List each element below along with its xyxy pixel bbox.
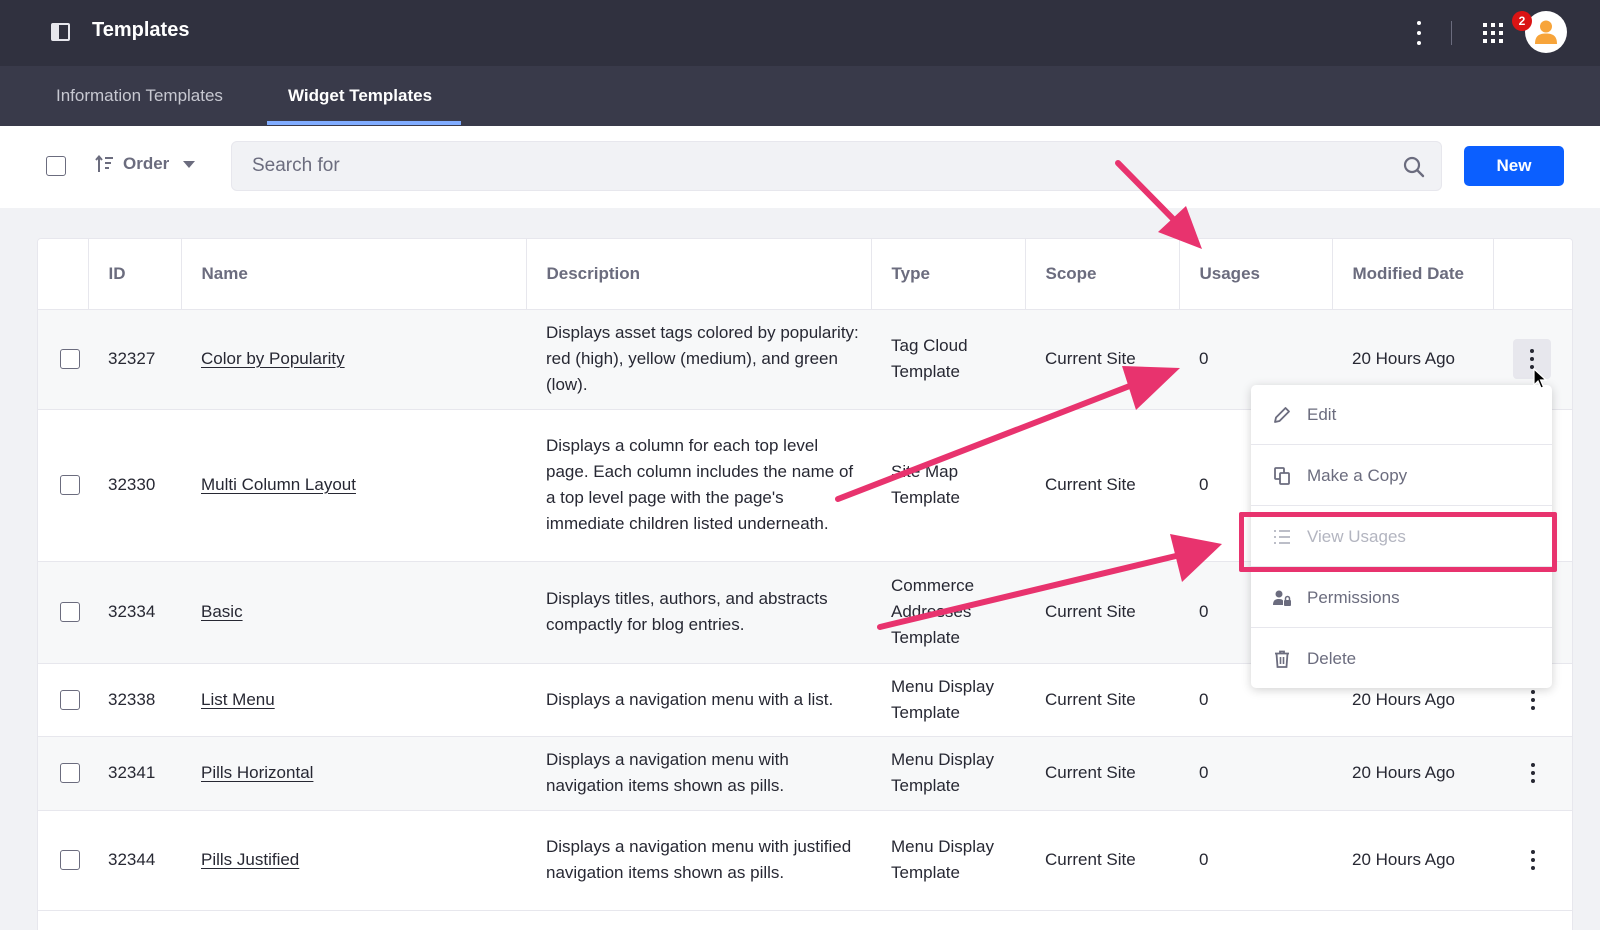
cell-scope: Current Site bbox=[1025, 736, 1179, 811]
menu-item-delete[interactable]: Delete bbox=[1251, 629, 1552, 688]
menu-item-label: Make a Copy bbox=[1307, 465, 1408, 485]
row-checkbox[interactable] bbox=[60, 602, 80, 622]
cell-scope: Current Site bbox=[1025, 663, 1179, 737]
template-name-link[interactable]: List Menu bbox=[201, 690, 275, 709]
table-row: 32341 Pills Horizontal Displays a naviga… bbox=[38, 736, 1572, 811]
row-actions-kebab-icon[interactable] bbox=[1519, 753, 1547, 793]
cell-type: Commerce Addresses Template bbox=[871, 561, 1025, 664]
column-header-usages[interactable]: Usages bbox=[1179, 239, 1333, 310]
cell-description: Displays a navigation menu with a list. bbox=[526, 663, 871, 737]
row-checkbox[interactable] bbox=[60, 850, 80, 870]
management-toolbar: Order New bbox=[0, 126, 1600, 208]
cell-scope: Current Site bbox=[1025, 409, 1179, 562]
tab-widget-templates[interactable]: Widget Templates bbox=[288, 66, 432, 126]
select-all-checkbox[interactable] bbox=[46, 156, 66, 176]
notification-badge[interactable]: 2 bbox=[1512, 11, 1532, 31]
caret-down-icon bbox=[183, 160, 196, 168]
header-actions bbox=[1493, 239, 1572, 310]
menu-item-label: Edit bbox=[1307, 404, 1337, 424]
column-header-scope[interactable]: Scope bbox=[1025, 239, 1180, 310]
cell-modified-date: 20 Hours Ago bbox=[1332, 736, 1493, 811]
cell-scope: Current Site bbox=[1025, 810, 1179, 911]
pencil-icon bbox=[1274, 407, 1290, 423]
template-name-link[interactable]: Pills Justified bbox=[201, 850, 299, 869]
copy-icon bbox=[1274, 467, 1290, 485]
order-dropdown-button[interactable]: Order bbox=[95, 154, 196, 174]
cell-id: 32338 bbox=[88, 663, 181, 737]
cell-id: 32327 bbox=[88, 309, 181, 410]
cell-id: 32341 bbox=[88, 736, 181, 811]
menu-item-permissions[interactable]: Permissions bbox=[1251, 568, 1552, 628]
trash-icon bbox=[1275, 650, 1289, 668]
top-bar: Templates 2 bbox=[0, 0, 1600, 66]
new-button[interactable]: New bbox=[1464, 146, 1564, 186]
menu-item-label: View Usages bbox=[1307, 526, 1406, 546]
cell-description: Displays a navigation menu with justifie… bbox=[526, 810, 871, 911]
cell-description: Displays a navigation menu with navigati… bbox=[526, 736, 871, 811]
cell-usages: 0 bbox=[1179, 736, 1332, 811]
cell-description: Displays titles, authors, and abstracts … bbox=[526, 561, 871, 664]
cell-description: Displays a column for each top level pag… bbox=[526, 409, 871, 562]
cell-scope: Current Site bbox=[1025, 561, 1179, 664]
cell-usages: 0 bbox=[1179, 810, 1332, 911]
template-name-link[interactable]: Color by Popularity bbox=[201, 349, 345, 368]
tab-information-templates[interactable]: Information Templates bbox=[56, 66, 223, 126]
search-input[interactable] bbox=[252, 142, 1352, 190]
cell-id: 32330 bbox=[88, 409, 181, 562]
apps-grid-icon[interactable] bbox=[1483, 23, 1503, 43]
cell-type: Menu Display Template bbox=[871, 663, 1025, 737]
table-row: 32344 Pills Justified Displays a navigat… bbox=[38, 810, 1572, 911]
user-icon bbox=[1535, 20, 1557, 44]
sort-icon bbox=[95, 155, 113, 172]
search-bar bbox=[231, 141, 1442, 191]
cell-modified-date: 20 Hours Ago bbox=[1332, 810, 1493, 911]
row-actions-dropdown: Edit Make a Copy View Usages Permissions… bbox=[1251, 385, 1552, 688]
active-tab-indicator bbox=[267, 121, 461, 125]
template-name-link[interactable]: Pills Horizontal bbox=[201, 763, 313, 782]
order-label: Order bbox=[123, 154, 170, 173]
row-checkbox[interactable] bbox=[60, 763, 80, 783]
divider bbox=[1451, 21, 1452, 45]
column-header-modified-date[interactable]: Modified Date bbox=[1332, 239, 1494, 310]
cell-id: 32344 bbox=[88, 810, 181, 911]
cell-scope: Current Site bbox=[1025, 309, 1179, 410]
row-checkbox[interactable] bbox=[60, 689, 80, 710]
column-header-type[interactable]: Type bbox=[871, 239, 1026, 310]
page-title: Templates bbox=[92, 19, 190, 41]
menu-item-edit[interactable]: Edit bbox=[1251, 385, 1552, 445]
row-checkbox[interactable] bbox=[60, 349, 80, 369]
column-header-id[interactable]: ID bbox=[88, 239, 182, 310]
cell-type: Menu Display Template bbox=[871, 736, 1025, 811]
permissions-icon bbox=[1273, 590, 1291, 606]
list-icon bbox=[1274, 530, 1290, 544]
search-icon[interactable] bbox=[1402, 155, 1426, 179]
table-header-row: ID Name Description Type Scope Usages Mo… bbox=[38, 239, 1572, 310]
template-name-link[interactable]: Multi Column Layout bbox=[201, 475, 356, 494]
menu-item-label: Permissions bbox=[1307, 587, 1400, 607]
cell-id: 32334 bbox=[88, 561, 181, 664]
mouse-cursor-icon bbox=[1533, 368, 1547, 389]
header-select bbox=[38, 239, 89, 310]
column-header-name[interactable]: Name bbox=[181, 239, 527, 310]
row-actions-kebab-icon[interactable] bbox=[1519, 840, 1547, 880]
cell-description: Displays asset tags colored by popularit… bbox=[526, 309, 871, 410]
cell-type: Site Map Template bbox=[871, 409, 1025, 562]
cell-type: Tag Cloud Template bbox=[871, 309, 1025, 410]
menu-item-make-a-copy[interactable]: Make a Copy bbox=[1251, 446, 1552, 506]
row-checkbox[interactable] bbox=[60, 475, 80, 495]
menu-item-view-usages[interactable]: View Usages bbox=[1251, 507, 1552, 567]
options-kebab-icon[interactable] bbox=[1414, 21, 1424, 45]
product-menu-icon[interactable] bbox=[51, 23, 70, 41]
menu-item-label: Delete bbox=[1307, 648, 1357, 668]
tab-bar: Information Templates Widget Templates bbox=[0, 66, 1600, 126]
column-header-description[interactable]: Description bbox=[526, 239, 872, 310]
cell-type: Menu Display Template bbox=[871, 810, 1025, 911]
template-name-link[interactable]: Basic bbox=[201, 602, 243, 621]
